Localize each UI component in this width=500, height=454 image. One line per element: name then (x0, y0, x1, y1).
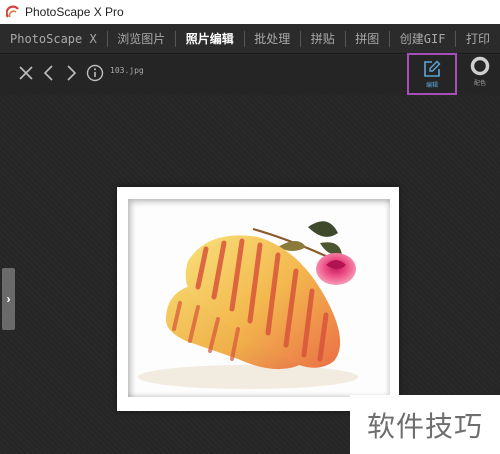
watermark-text: 软件技巧 (366, 409, 483, 443)
info-icon[interactable] (86, 64, 104, 82)
edit-button-label: 编辑 (425, 82, 438, 89)
color-ring-icon (470, 56, 490, 76)
file-name: 103.jpg (110, 66, 144, 75)
app-logo-icon (6, 5, 19, 18)
tab-viewer[interactable]: 浏览图片 (107, 24, 175, 53)
main-menu-bar: PhotoScape X 浏览图片 照片编辑 批处理 拼贴 拼图 创建GIF 打… (0, 24, 500, 54)
color-button-label: 配色 (473, 81, 486, 87)
side-panel-toggle[interactable]: › (2, 268, 15, 330)
tab-editor[interactable]: 照片编辑 (176, 24, 244, 53)
close-icon[interactable] (17, 64, 35, 82)
chevron-right-icon[interactable] (62, 64, 80, 82)
photo-image (128, 199, 390, 397)
photo-frame (117, 187, 399, 411)
tab-batch[interactable]: 批处理 (244, 24, 300, 53)
edit-icon (424, 60, 441, 77)
window-title: PhotoScape X Pro (25, 5, 124, 19)
tab-combine[interactable]: 拼图 (345, 24, 389, 53)
watermark: 软件技巧 (350, 395, 500, 454)
color-button[interactable]: 配色 (466, 56, 494, 92)
tab-print[interactable]: 打印 (456, 24, 500, 53)
bread-and-rose-image (138, 221, 358, 389)
tab-collage[interactable]: 拼贴 (301, 24, 345, 53)
chevron-right-handle-icon: › (6, 292, 11, 306)
title-bar: PhotoScape X Pro (0, 0, 500, 24)
tab-create-gif[interactable]: 创建GIF (390, 24, 456, 53)
tab-photoscape-x[interactable]: PhotoScape X (0, 24, 107, 53)
chevron-left-icon[interactable] (40, 64, 58, 82)
edit-button[interactable]: 编辑 (407, 53, 457, 95)
